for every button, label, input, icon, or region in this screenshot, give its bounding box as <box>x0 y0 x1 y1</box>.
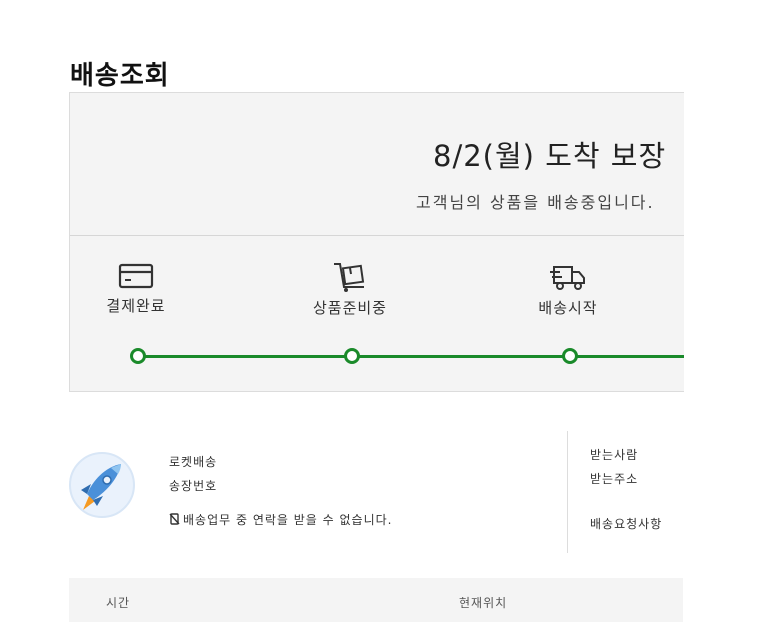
step-label: 상품준비중 <box>312 299 387 317</box>
recipient-address-label: 받는주소 <box>590 472 639 486</box>
contact-notice: 배송업무 중 연락을 받을 수 없습니다. <box>169 511 393 528</box>
step-label: 결제완료 <box>106 297 166 315</box>
recipient-name-label: 받는사람 <box>590 448 639 462</box>
step-dot-preparing <box>344 348 360 364</box>
no-phone-icon <box>169 513 180 525</box>
step-preparing: 상품준비중 <box>290 261 410 318</box>
tracking-table-header: 시간 현재위치 <box>69 578 683 622</box>
step-shipping-started: 배송시작 <box>508 261 628 318</box>
carrier-name: 로켓배송 <box>169 455 218 469</box>
step-label: 배송시작 <box>538 299 598 317</box>
rocket-icon <box>81 464 121 510</box>
step-dot-payment <box>130 348 146 364</box>
divider <box>567 431 568 553</box>
shipping-info: 로켓배송 송장번호 배송업무 중 연락을 받을 수 없습니다. 받는사람 받는주… <box>69 425 689 555</box>
rocket-delivery-logo <box>69 452 135 518</box>
credit-card-icon <box>118 263 154 289</box>
truck-icon <box>550 266 585 290</box>
eta-title: 8/2(월) 도착 보장 <box>433 139 667 173</box>
delivery-request-label: 배송요청사항 <box>590 517 663 531</box>
column-time: 시간 <box>106 596 131 610</box>
page-title: 배송조회 <box>70 61 170 92</box>
notice-text: 배송업무 중 연락을 받을 수 없습니다. <box>183 513 393 527</box>
eta-message: 고객님의 상품을 배송중입니다. <box>416 193 655 212</box>
step-dot-shipping <box>562 348 578 364</box>
tracking-label: 송장번호 <box>169 479 218 493</box>
delivery-status-panel: 8/2(월) 도착 보장 고객님의 상품을 배송중입니다. 결제완료 상품준비중… <box>69 92 684 392</box>
step-payment-complete: 결제완료 <box>76 261 196 316</box>
progress-line <box>145 355 684 358</box>
box-cart-icon <box>334 263 365 292</box>
eta-area: 8/2(월) 도착 보장 고객님의 상품을 배송중입니다. <box>70 93 684 236</box>
column-location: 현재위치 <box>459 596 508 610</box>
